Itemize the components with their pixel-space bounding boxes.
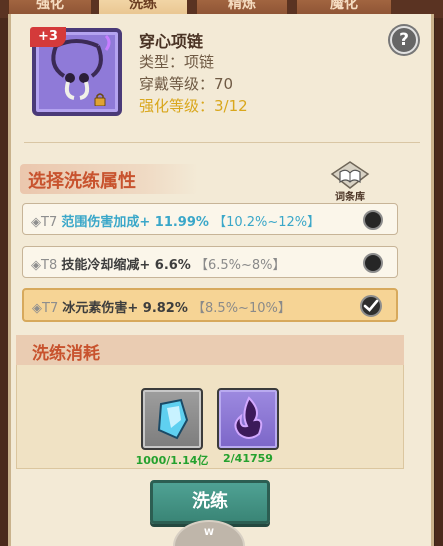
attribute-tier: ◈T7	[31, 215, 58, 230]
attribute-text: 范围伤害加成+ 11.99%	[61, 215, 209, 230]
attribute-text: 技能冷却缩减+ 6.6%	[61, 258, 191, 273]
attribute-row-1[interactable]: ◈T7 范围伤害加成+ 11.99% 【10.2%~12%】	[22, 203, 398, 235]
radio-unchecked-icon[interactable]	[363, 210, 383, 230]
check-glyph	[363, 299, 379, 312]
left-border	[0, 18, 8, 546]
radio-unchecked-icon[interactable]	[363, 253, 383, 273]
material-slot-flame[interactable]	[217, 388, 279, 450]
material-slot-crystal[interactable]	[141, 388, 203, 450]
material-count-crystal: 1000/1.14亿	[135, 454, 209, 467]
attribute-range: 【6.5%~8%】	[194, 258, 286, 273]
dictionary-button[interactable]: 词条库	[326, 160, 374, 204]
purple-flame-icon	[234, 396, 263, 439]
attribute-text: 冰元素伤害+ 9.82%	[62, 301, 188, 316]
lock-icon	[94, 93, 106, 106]
attribute-row-2[interactable]: ◈T8 技能冷却缩减+ 6.6% 【6.5%~8%】	[22, 246, 398, 278]
select-attribute-title: 选择洗练属性	[28, 171, 136, 192]
attribute-tier: ◈T7	[32, 301, 59, 316]
attribute-tier: ◈T8	[31, 258, 58, 273]
cost-header: 洗练消耗	[16, 335, 404, 365]
attribute-range: 【8.5%~10%】	[192, 301, 291, 316]
item-wear-level: 穿戴等级：70	[139, 75, 234, 93]
material-count-flame: 2/41759	[223, 452, 273, 465]
bottom-indicator-label: W	[204, 528, 214, 538]
divider	[24, 142, 420, 143]
item-enhance-level: 强化等级：3/12	[139, 97, 248, 115]
item-name: 穿心项链	[139, 32, 204, 51]
attribute-range: 【10.2%~12%】	[213, 215, 321, 230]
book-icon	[330, 161, 370, 189]
select-attribute-header: 选择洗练属性	[20, 164, 198, 194]
refine-button[interactable]: 洗练	[150, 480, 270, 524]
right-border	[435, 18, 443, 546]
plus-level-badge: +3	[30, 27, 66, 47]
item-type: 类型：项链	[139, 53, 215, 71]
crystal-shard-icon	[157, 398, 189, 440]
cost-title: 洗练消耗	[32, 344, 100, 364]
help-button[interactable]: ?	[390, 26, 418, 54]
dictionary-label: 词条库	[335, 192, 365, 203]
checkmark-icon[interactable]	[360, 295, 382, 317]
attribute-row-3[interactable]: ◈T7 冰元素伤害+ 9.82% 【8.5%~10%】	[22, 288, 398, 322]
